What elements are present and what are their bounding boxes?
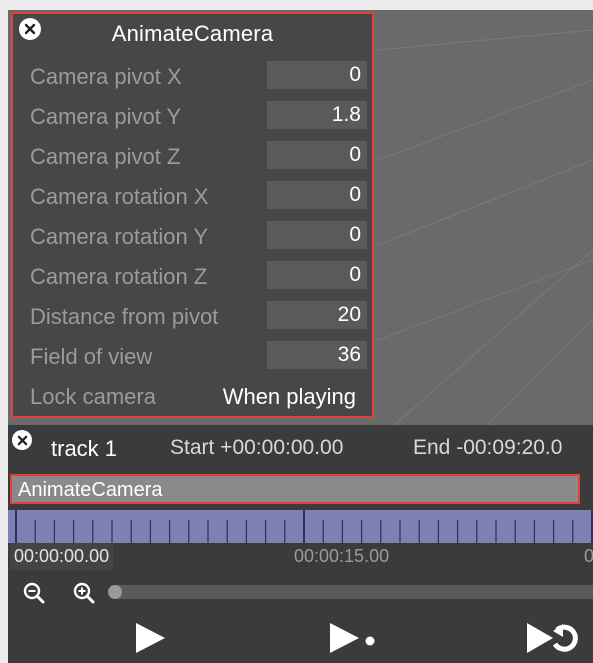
zoom-in-icon[interactable] (72, 581, 96, 605)
panel-title: AnimateCamera (111, 21, 274, 46)
play-icon[interactable] (132, 620, 168, 661)
time-ruler[interactable] (8, 510, 593, 543)
current-time: 00:00:00.00 (10, 543, 114, 570)
property-row-camera-rotation-x: Camera rotation X 0 (13, 176, 372, 216)
panel-header: AnimateCamera (13, 14, 372, 54)
zoom-out-icon[interactable] (22, 581, 46, 605)
track-name: track 1 (51, 436, 118, 461)
camera-pivot-y-field[interactable]: 1.8 (267, 101, 367, 129)
clip-label: AnimateCamera (18, 479, 163, 501)
property-row-distance-from-pivot: Distance from pivot 20 (13, 296, 372, 336)
property-row-field-of-view: Field of view 36 (13, 336, 372, 376)
track-start-time: Start +00:00:00.00 (170, 436, 344, 459)
lock-camera-select[interactable]: When playing (223, 384, 356, 410)
property-row-camera-pivot-z: Camera pivot Z 0 (13, 136, 372, 176)
property-label: Camera rotation Z (30, 264, 208, 289)
camera-rotation-y-field[interactable]: 0 (267, 221, 367, 249)
playback-controls (8, 615, 593, 663)
play-from-icon[interactable] (326, 620, 378, 661)
track-end-time: End -00:09:20.0 (413, 436, 563, 459)
track-header: track 1 Start +00:00:00.00 End -00:09:20… (8, 425, 593, 467)
ruler-ticks (15, 510, 593, 543)
time-marker-end: 0 (584, 546, 593, 566)
property-row-camera-pivot-x: Camera pivot X 0 (13, 56, 372, 96)
camera-rotation-x-field[interactable]: 0 (267, 181, 367, 209)
property-row-camera-rotation-y: Camera rotation Y 0 (13, 216, 372, 256)
scrollbar-thumb[interactable] (108, 585, 122, 599)
zoom-controls (8, 575, 593, 609)
timeline-panel: track 1 Start +00:00:00.00 End -00:09:20… (8, 425, 593, 663)
camera-rotation-z-field[interactable]: 0 (267, 261, 367, 289)
property-label: Camera rotation Y (30, 224, 209, 249)
time-labels: 00:00:00.00 00:00:15.00 0 (8, 543, 593, 573)
loop-icon[interactable] (523, 620, 579, 663)
property-row-lock-camera: Lock camera When playing (13, 376, 372, 416)
camera-pivot-x-field[interactable]: 0 (267, 61, 367, 89)
property-label: Distance from pivot (30, 304, 219, 329)
property-row-camera-pivot-y: Camera pivot Y 1.8 (13, 96, 372, 136)
timeline-scrollbar[interactable] (108, 585, 593, 599)
clip-row: AnimateCamera (8, 469, 593, 509)
animate-camera-clip[interactable]: AnimateCamera (10, 474, 580, 504)
close-icon[interactable] (12, 430, 32, 450)
time-marker-mid: 00:00:15.00 (294, 546, 390, 566)
lock-camera-label: Lock camera (30, 384, 156, 409)
property-row-camera-rotation-z: Camera rotation Z 0 (13, 256, 372, 296)
property-label: Camera pivot Z (30, 144, 181, 169)
distance-from-pivot-field[interactable]: 20 (267, 301, 367, 329)
property-label: Camera pivot Y (30, 104, 182, 129)
animate-camera-panel: AnimateCamera Camera pivot X 0 Camera pi… (11, 12, 374, 418)
field-of-view-field[interactable]: 36 (267, 341, 367, 369)
property-label: Field of view (30, 344, 153, 369)
camera-pivot-z-field[interactable]: 0 (267, 141, 367, 169)
property-label: Camera rotation X (30, 184, 209, 209)
property-list: Camera pivot X 0 Camera pivot Y 1.8 Came… (13, 56, 372, 416)
property-label: Camera pivot X (30, 64, 182, 89)
